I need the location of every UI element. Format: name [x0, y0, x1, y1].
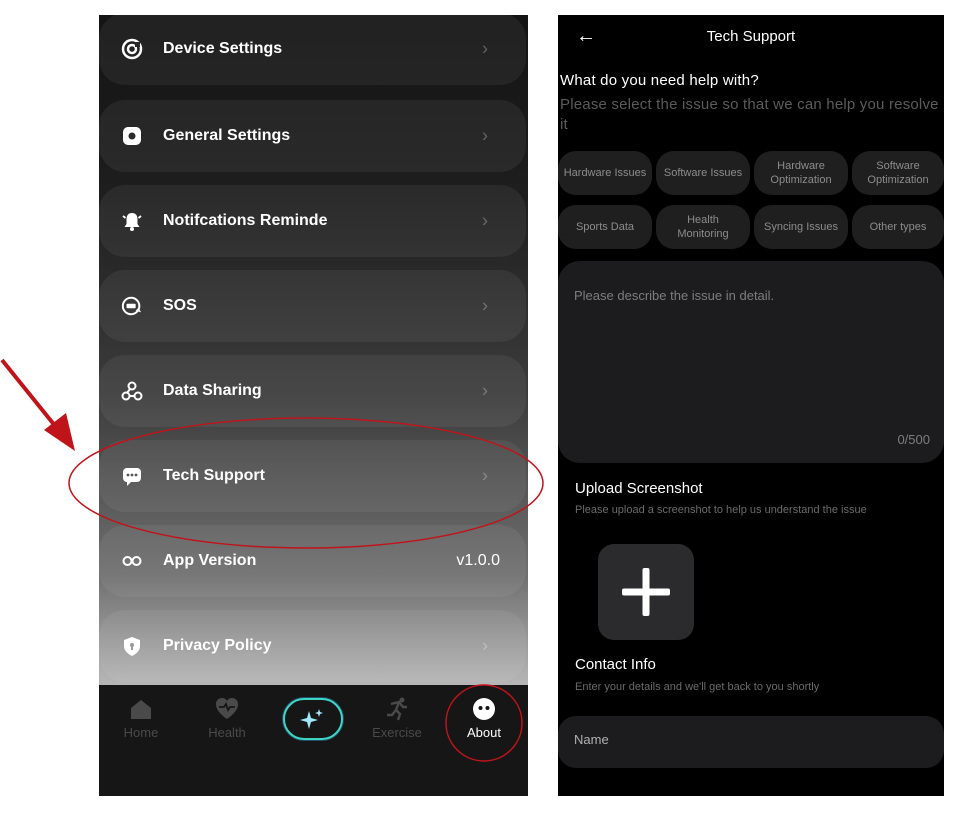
menu-item-label: SOS: [163, 297, 197, 314]
home-icon: [131, 700, 151, 719]
plus-icon: [622, 568, 670, 616]
upload-screenshot-button[interactable]: [598, 544, 694, 640]
menu-item-sos[interactable]: SOS ›: [99, 270, 526, 342]
nav-exercise-label: Exercise: [372, 725, 422, 740]
menu-item-privacy-policy[interactable]: Privacy Policy ›: [99, 610, 526, 682]
issue-chip-syncing-issues[interactable]: Syncing Issues: [754, 205, 848, 249]
arrow-annotation: [0, 358, 75, 451]
name-field-label: Name: [574, 732, 609, 747]
heart-pulse-icon: [216, 698, 238, 719]
bell-icon: [121, 210, 143, 232]
issue-chip-other-types[interactable]: Other types: [852, 205, 944, 249]
runner-icon: [387, 697, 407, 721]
menu-item-notifications-reminder[interactable]: Notifcations Reminde ›: [99, 185, 526, 257]
description-placeholder: Please describe the issue in detail.: [574, 288, 775, 303]
menu-item-general-settings[interactable]: General Settings ›: [99, 100, 526, 172]
menu-item-label: Data Sharing: [163, 382, 262, 399]
upload-heading: Upload Screenshot: [575, 480, 703, 497]
issue-description-textarea[interactable]: Please describe the issue in detail. 0/5…: [558, 261, 944, 463]
help-heading: What do you need help with?: [560, 72, 759, 89]
sparkle-icon: [300, 709, 323, 729]
device-settings-icon: [121, 38, 143, 60]
help-subtext: Please select the issue so that we can h…: [560, 96, 939, 133]
menu-item-label: General Settings: [163, 127, 291, 144]
nav-exercise[interactable]: Exercise: [362, 695, 432, 740]
chevron-right-icon: ›: [482, 295, 488, 316]
name-input[interactable]: Name: [558, 716, 944, 768]
infinity-icon: [121, 550, 143, 572]
upload-subtext: Please upload a screenshot to help us un…: [575, 504, 867, 516]
issue-chip-hardware-optimization[interactable]: Hardware Optimization: [754, 151, 848, 195]
app-version-value: v1.0.0: [456, 552, 500, 569]
contact-subtext: Enter your details and we'll get back to…: [575, 681, 820, 693]
page-title: Tech Support: [706, 28, 796, 45]
menu-item-app-version[interactable]: App Version v1.0.0: [99, 525, 526, 597]
right-phone-screen: ← Tech Support What do you need help wit…: [558, 15, 944, 796]
issue-chip-hardware-issues[interactable]: Hardware Issues: [558, 151, 652, 195]
bottom-navigation-bar: Home Health Exercise About: [99, 685, 528, 796]
smiley-icon: [473, 698, 495, 720]
nav-about-label: About: [467, 725, 501, 740]
nav-home[interactable]: Home: [106, 695, 176, 740]
issue-chip-software-optimization[interactable]: Software Optimization: [852, 151, 944, 195]
menu-item-label: Device Settings: [163, 40, 283, 57]
left-phone-screen: Device Settings › General Settings › Not…: [99, 15, 528, 796]
gear-icon: [121, 125, 143, 147]
menu-item-label: App Version: [163, 552, 257, 569]
menu-item-label: Notifcations Reminde: [163, 212, 328, 229]
nav-home-label: Home: [123, 725, 159, 740]
contact-heading: Contact Info: [575, 656, 656, 673]
issue-chip-health-monitoring[interactable]: Health Monitoring: [656, 205, 750, 249]
shield-icon: [121, 635, 143, 657]
menu-item-label: Privacy Policy: [163, 637, 272, 654]
chevron-right-icon: ›: [482, 38, 488, 59]
menu-item-tech-support[interactable]: Tech Support ›: [99, 440, 526, 512]
nav-health-label: Health: [208, 725, 246, 740]
nav-about[interactable]: About: [449, 695, 519, 740]
chevron-right-icon: ›: [482, 635, 488, 656]
issue-chip-sports-data[interactable]: Sports Data: [558, 205, 652, 249]
chevron-right-icon: ›: [482, 465, 488, 486]
issue-chip-software-issues[interactable]: Software Issues: [656, 151, 750, 195]
menu-item-label: Tech Support: [163, 467, 265, 484]
menu-item-device-settings[interactable]: Device Settings ›: [99, 15, 526, 85]
menu-item-data-sharing[interactable]: Data Sharing ›: [99, 355, 526, 427]
chevron-right-icon: ›: [482, 210, 488, 231]
character-counter: 0/500: [897, 432, 930, 447]
chevron-right-icon: ›: [482, 125, 488, 146]
nav-ai-assistant-button[interactable]: [283, 698, 343, 740]
chevron-right-icon: ›: [482, 380, 488, 401]
nav-health[interactable]: Health: [192, 695, 262, 740]
share-icon: [121, 380, 143, 402]
sos-icon: [121, 295, 143, 317]
chat-icon: [121, 465, 143, 487]
